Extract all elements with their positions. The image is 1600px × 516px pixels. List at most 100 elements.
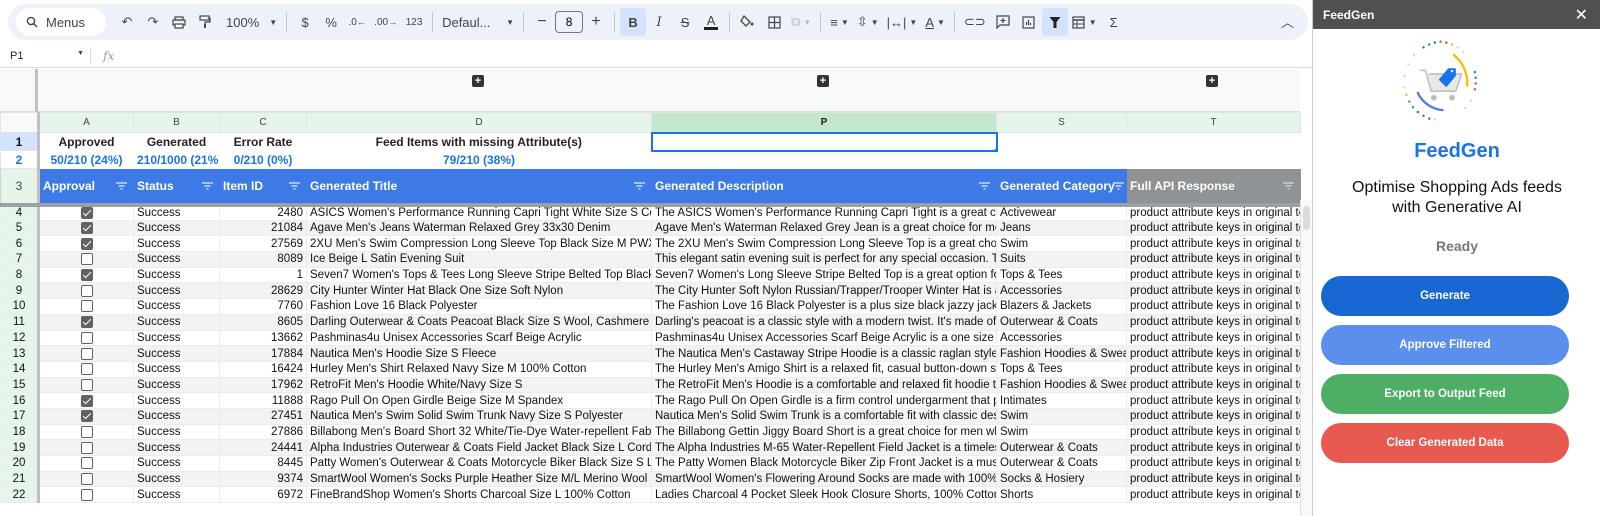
generated-description-cell[interactable]: The Alpha Industries M-65 Water-Repellen… [651,439,997,456]
filter-icon[interactable] [202,181,213,191]
generated-title-cell[interactable]: ASICS Women's Performance Running Capri … [306,204,652,221]
menus-search[interactable]: Menus [16,8,106,36]
approval-checkbox[interactable] [80,253,93,266]
item-id-cell[interactable]: 2480 [219,204,307,221]
approval-checkbox[interactable] [80,284,93,297]
summary-value-error-rate[interactable]: 0/210 (0%) [219,150,307,169]
approval-checkbox[interactable] [80,207,93,220]
filter-icon[interactable] [116,181,127,191]
generated-title-cell[interactable]: Hurley Men's Shirt Relaxed Navy Size M 1… [306,360,652,378]
header-approval[interactable]: Approval [38,168,134,207]
item-id-cell[interactable]: 28629 [219,282,307,300]
row-number[interactable]: 7 [0,251,40,268]
summary-value-generated[interactable]: 210/1000 (21%) [133,150,220,169]
status-cell[interactable]: Success [133,329,220,347]
insert-comment-button[interactable] [990,8,1016,36]
number-format-button[interactable]: 123 [401,8,427,36]
status-cell[interactable]: Success [133,470,220,488]
generated-category-cell[interactable]: Tops & Tees [996,266,1127,284]
column-header-D[interactable]: D [306,112,652,133]
increase-font-size-button[interactable]: + [583,8,609,36]
approval-cell[interactable] [38,407,134,425]
full-api-response-cell[interactable]: product attribute keys in original text [1126,486,1301,504]
status-cell[interactable]: Success [133,251,220,268]
header-item-id[interactable]: Item ID [219,168,307,207]
row-number[interactable]: 5 [0,219,40,237]
selected-cell-P1[interactable] [650,131,998,152]
generated-description-cell[interactable]: The Billabong Gettin Jiggy Board Short i… [651,423,997,441]
approval-checkbox[interactable] [80,394,93,407]
approval-checkbox[interactable] [80,269,93,282]
approval-cell[interactable] [38,455,134,472]
full-api-response-cell[interactable]: product attribute keys in original text [1126,251,1301,268]
row-number[interactable]: 10 [0,298,40,315]
text-wrapping-button[interactable]: |↔| ▼ [883,8,922,36]
generated-category-cell[interactable]: Suits [996,251,1127,268]
generated-description-cell[interactable]: The Hurley Men's Amigo Shirt is a relaxe… [651,360,997,378]
cell[interactable] [1126,150,1301,169]
generated-title-cell[interactable]: Patty Women's Outerwear & Coats Motorcyc… [306,455,652,472]
generated-category-cell[interactable]: Tops & Tees [996,360,1127,378]
generated-category-cell[interactable]: Jeans [996,219,1127,237]
approval-cell[interactable] [38,439,134,456]
full-api-response-cell[interactable]: product attribute keys in original text [1126,345,1301,362]
filter-icon[interactable] [979,181,990,191]
item-id-cell[interactable]: 8445 [219,455,307,472]
generated-description-cell[interactable]: This elegant satin evening suit is perfe… [651,251,997,268]
approval-checkbox[interactable] [80,425,93,438]
full-api-response-cell[interactable]: product attribute keys in original text [1126,235,1301,253]
row-number[interactable]: 3 [0,168,40,207]
generated-category-cell[interactable]: Shorts [996,486,1127,504]
vertical-align-button[interactable]: ⇳ ▼ [853,8,883,36]
summary-value-missing-attributes[interactable]: 79/210 (38%) [306,150,652,169]
row-number[interactable]: 6 [0,235,40,253]
approval-cell[interactable] [38,266,134,284]
summary-label-approved[interactable]: Approved [38,132,134,151]
generated-category-cell[interactable]: Socks & Hosiery [996,470,1127,488]
approval-cell[interactable] [38,392,134,409]
merge-cells-button[interactable]: ⧉ ▼ [787,8,815,36]
full-api-response-cell[interactable]: product attribute keys in original text [1126,423,1301,441]
full-api-response-cell[interactable]: product attribute keys in original text [1126,329,1301,347]
insert-chart-button[interactable] [1016,8,1042,36]
item-id-cell[interactable]: 9374 [219,470,307,488]
close-icon[interactable]: ✕ [1575,5,1588,25]
full-api-response-cell[interactable]: product attribute keys in original text [1126,470,1301,488]
generate-button[interactable]: Generate [1321,276,1569,316]
horizontal-align-button[interactable]: ≡ ▼ [826,8,853,36]
generated-category-cell[interactable]: Swim [996,235,1127,253]
generated-title-cell[interactable]: FineBrandShop Women's Shorts Charcoal Si… [306,486,652,504]
paint-format-button[interactable] [192,8,218,36]
row-number[interactable]: 13 [0,345,40,362]
generated-title-cell[interactable]: Billabong Men's Board Short 32 White/Tie… [306,423,652,441]
cell[interactable] [996,132,1127,151]
status-cell[interactable]: Success [133,219,220,237]
filter-views-button[interactable]: ▼ [1068,8,1101,36]
cell[interactable] [996,150,1127,169]
percent-button[interactable]: % [318,8,344,36]
filter-icon[interactable] [1113,181,1124,191]
name-box[interactable]: P1 ▼ [0,50,90,62]
item-id-cell[interactable]: 8089 [219,251,307,268]
row-number[interactable]: 4 [0,204,40,221]
generated-category-cell[interactable]: Outerwear & Coats [996,313,1127,331]
approval-cell[interactable] [38,345,134,362]
generated-title-cell[interactable]: Seven7 Women's Tops & Tees Long Sleeve S… [306,266,652,284]
approval-cell[interactable] [38,423,134,441]
generated-category-cell[interactable]: Accessories [996,282,1127,300]
row-number[interactable]: 9 [0,282,40,300]
generated-category-cell[interactable]: Accessories [996,329,1127,347]
row-number[interactable]: 16 [0,392,40,409]
strikethrough-button[interactable]: S [672,8,698,36]
generated-description-cell[interactable]: The Rago Pull On Open Girdle is a firm c… [651,392,997,409]
generated-category-cell[interactable]: Outerwear & Coats [996,455,1127,472]
generated-title-cell[interactable]: 2XU Men's Swim Compression Long Sleeve T… [306,235,652,253]
expand-group-button[interactable]: + [472,75,484,87]
approval-checkbox[interactable] [80,410,93,423]
generated-title-cell[interactable]: SmartWool Women's Socks Purple Heather S… [306,470,652,488]
status-cell[interactable]: Success [133,204,220,221]
insert-link-button[interactable]: ⊂⊃ [960,8,990,36]
status-cell[interactable]: Success [133,423,220,441]
decrease-font-size-button[interactable]: − [529,8,555,36]
generated-description-cell[interactable]: The Patty Women Black Motorcycle Biker Z… [651,455,997,472]
